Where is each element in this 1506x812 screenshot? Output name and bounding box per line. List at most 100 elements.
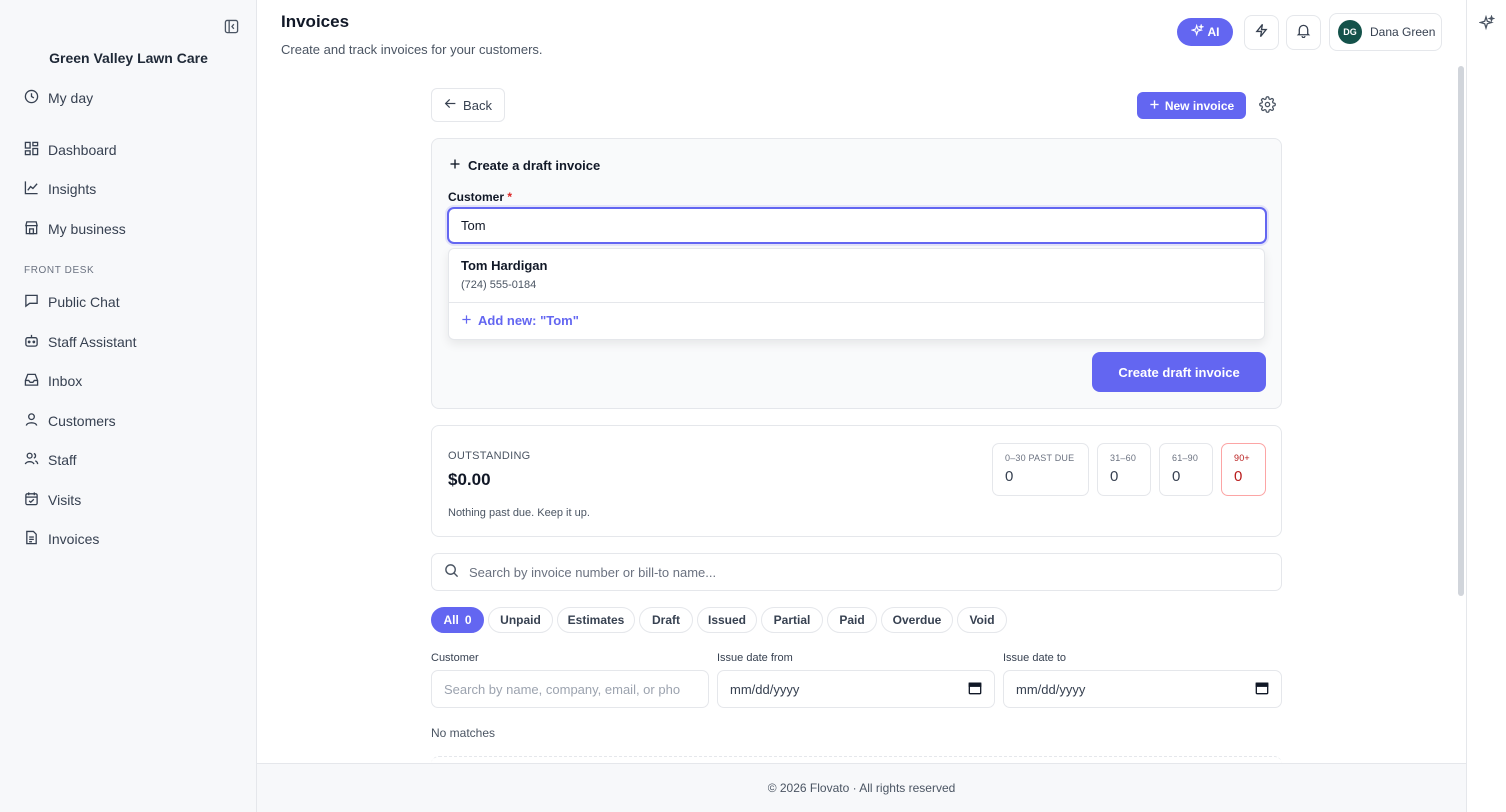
sidebar-item-label: My business <box>48 221 126 237</box>
filter-chip-estimates[interactable]: Estimates <box>557 607 635 633</box>
user-icon <box>24 412 39 430</box>
customer-suggestion-item[interactable]: Tom Hardigan (724) 555-0184 <box>449 249 1264 303</box>
footer: © 2026 Flovato · All rights reserved <box>257 763 1466 812</box>
sidebar-item-customers[interactable]: Customers <box>24 410 116 432</box>
required-mark: * <box>507 190 513 204</box>
issue-date-to-value: mm/dd/yyyy <box>1016 681 1086 697</box>
aging-bucket-90-plus[interactable]: 90+ 0 <box>1221 443 1266 496</box>
plus-icon <box>1149 99 1160 113</box>
filter-chip-draft[interactable]: Draft <box>639 607 693 633</box>
suggestion-phone: (724) 555-0184 <box>461 279 537 291</box>
customer-filter-placeholder: Search by name, company, email, or pho <box>444 681 681 697</box>
ai-button-label: AI <box>1207 25 1220 39</box>
sparkles-icon[interactable] <box>1478 14 1496 36</box>
users-icon <box>24 451 39 469</box>
customer-suggestions-dropdown: Tom Hardigan (724) 555-0184 Add new: "To… <box>448 248 1265 340</box>
chart-line-icon <box>24 180 39 198</box>
gear-icon[interactable] <box>1259 96 1276 118</box>
sidebar-item-label: Customers <box>48 413 116 429</box>
aging-label: 90+ <box>1234 453 1250 463</box>
issue-date-to-input[interactable]: mm/dd/yyyy <box>1003 670 1282 708</box>
filter-chip-unpaid[interactable]: Unpaid <box>488 607 553 633</box>
dashboard-icon <box>24 141 39 159</box>
plus-icon <box>449 158 461 173</box>
chip-label: All <box>443 613 459 627</box>
sidebar-item-my-day[interactable]: My day <box>24 87 93 109</box>
user-menu-button[interactable]: DG Dana Green <box>1329 13 1442 51</box>
customer-filter-input[interactable]: Search by name, company, email, or pho <box>431 670 709 708</box>
outstanding-amount: $0.00 <box>448 470 491 489</box>
customer-label-text: Customer <box>448 190 505 204</box>
sidebar-item-invoices[interactable]: Invoices <box>24 528 99 550</box>
aging-value: 0 <box>1005 468 1014 485</box>
page-title: Invoices <box>281 12 350 31</box>
sidebar-item-label: Invoices <box>48 531 100 547</box>
brand-name: Green Valley Lawn Care <box>49 50 208 66</box>
filter-chip-issued[interactable]: Issued <box>697 607 757 633</box>
customer-input[interactable] <box>447 207 1267 244</box>
sidebar-item-visits[interactable]: Visits <box>24 489 81 511</box>
sidebar-collapse-icon[interactable] <box>222 17 240 35</box>
inbox-icon <box>24 372 39 390</box>
add-new-customer-option[interactable]: Add new: "Tom" <box>461 313 579 328</box>
issue-date-from-input[interactable]: mm/dd/yyyy <box>717 670 995 708</box>
back-button[interactable]: Back <box>431 88 505 122</box>
aging-bucket-31-60[interactable]: 31–60 0 <box>1097 443 1151 496</box>
aging-bucket-0-30[interactable]: 0–30 PAST DUE 0 <box>992 443 1089 496</box>
draft-heading-text: Create a draft invoice <box>468 158 601 173</box>
store-icon <box>24 220 39 238</box>
new-invoice-label: New invoice <box>1164 98 1235 113</box>
sidebar-item-staff[interactable]: Staff <box>24 449 77 471</box>
filter-chip-overdue[interactable]: Overdue <box>881 607 953 633</box>
sidebar-item-staff-assistant[interactable]: Staff Assistant <box>24 331 136 353</box>
sparkles-icon <box>1189 23 1205 40</box>
customer-field-label: Customer * <box>448 190 512 204</box>
sidebar-item-label: My day <box>48 90 94 106</box>
filter-chip-all[interactable]: All 0 <box>431 607 484 633</box>
create-draft-invoice-button[interactable]: Create draft invoice <box>1092 352 1266 392</box>
sidebar-item-label: Visits <box>48 492 82 508</box>
outstanding-note: Nothing past due. Keep it up. <box>448 507 590 519</box>
sidebar-item-public-chat[interactable]: Public Chat <box>24 291 120 313</box>
new-invoice-button[interactable]: New invoice <box>1137 92 1246 119</box>
aging-value: 0 <box>1110 468 1119 485</box>
outstanding-label: OUTSTANDING <box>448 450 531 462</box>
ai-button[interactable]: AI <box>1177 18 1233 46</box>
calendar-icon[interactable] <box>968 681 982 698</box>
clock-icon <box>24 89 39 107</box>
aging-label: 61–90 <box>1172 453 1199 463</box>
issue-date-from-label: Issue date from <box>717 652 793 664</box>
page-subtitle: Create and track invoices for your custo… <box>281 42 543 57</box>
sidebar-item-label: Staff Assistant <box>48 334 137 350</box>
draft-heading: Create a draft invoice <box>449 158 600 173</box>
filter-chip-partial[interactable]: Partial <box>761 607 823 633</box>
sidebar-item-insights[interactable]: Insights <box>24 178 96 200</box>
lightning-icon <box>1254 23 1269 43</box>
sidebar-item-inbox[interactable]: Inbox <box>24 370 82 392</box>
sidebar-item-dashboard[interactable]: Dashboard <box>24 139 117 161</box>
document-icon <box>24 530 39 548</box>
copyright-text: © 2026 Flovato · All rights reserved <box>767 781 956 795</box>
filter-chip-void[interactable]: Void <box>957 607 1007 633</box>
sidebar-item-my-business[interactable]: My business <box>24 218 126 240</box>
suggestion-name: Tom Hardigan <box>461 258 548 273</box>
sidebar-item-label: Insights <box>48 181 97 197</box>
bell-icon <box>1296 23 1311 43</box>
invoice-search[interactable]: Search by invoice number or bill-to name… <box>431 553 1282 591</box>
sidebar-item-label: Inbox <box>48 373 83 389</box>
aging-label: 31–60 <box>1110 453 1137 463</box>
aging-label: 0–30 PAST DUE <box>1005 453 1075 463</box>
customer-filter-label: Customer <box>431 652 479 664</box>
outstanding-card: OUTSTANDING $0.00 Nothing past due. Keep… <box>431 425 1282 537</box>
quick-actions-button[interactable] <box>1244 15 1279 50</box>
plus-icon <box>461 313 472 328</box>
aging-value: 0 <box>1172 468 1181 485</box>
aging-value: 0 <box>1234 468 1243 485</box>
sidebar-item-label: Dashboard <box>48 142 117 158</box>
sidebar: Green Valley Lawn Care My day Dashboard … <box>0 0 257 812</box>
aging-bucket-61-90[interactable]: 61–90 0 <box>1159 443 1213 496</box>
scrollbar[interactable] <box>1458 66 1464 596</box>
notifications-button[interactable] <box>1286 15 1321 50</box>
calendar-icon[interactable] <box>1255 681 1269 698</box>
filter-chip-paid[interactable]: Paid <box>827 607 877 633</box>
